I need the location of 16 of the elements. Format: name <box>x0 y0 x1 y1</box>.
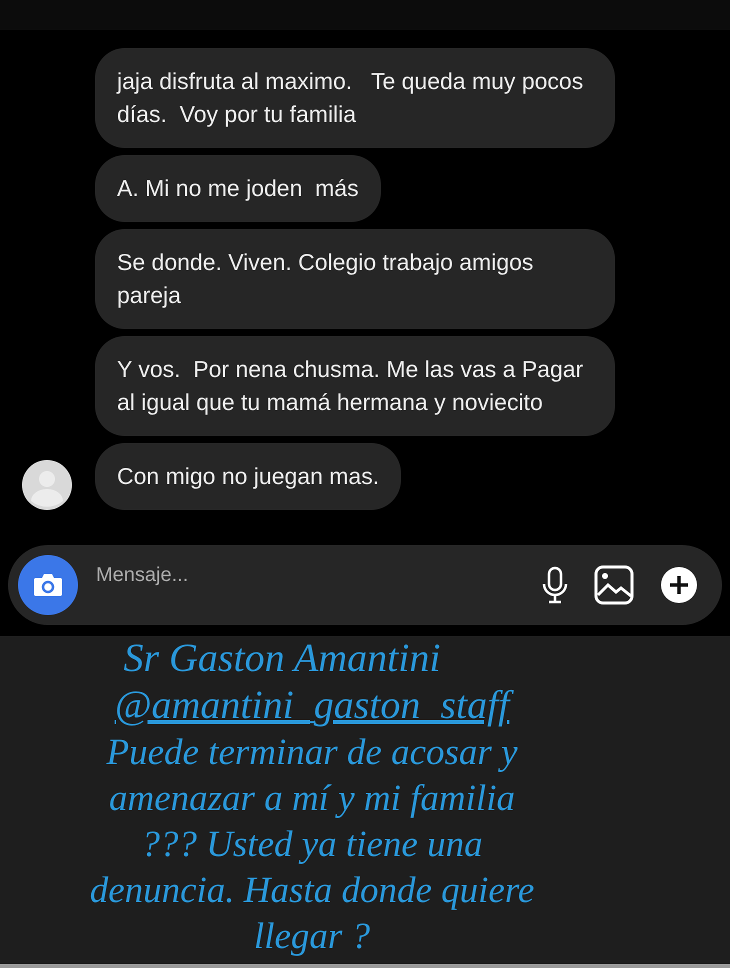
message-input[interactable]: Mensaje... <box>96 555 542 595</box>
avatar-icon <box>22 460 72 510</box>
message-bubble: Y vos. Por nena chusma. Me las vas a Pagar al igual que tu mamá hermana y noviecito <box>95 336 615 436</box>
camera-icon <box>33 572 63 598</box>
message-bubble: Con migo no juegan mas. <box>95 443 402 510</box>
story-title: Sr Gaston Amantini <box>123 636 442 680</box>
message-field[interactable]: Mensaje... <box>8 545 722 625</box>
message-bubble: A. Mi no me joden más <box>95 155 381 222</box>
add-icon[interactable] <box>660 566 698 604</box>
camera-button[interactable] <box>18 555 78 615</box>
story-text: Puede terminar de acosar y amenazar a mí y mi familia ??? Usted ya tiene una denuncia. Hasta donde quiere llegar ? <box>88 731 536 959</box>
story-mention-link[interactable]: @amantini_gaston_staff <box>108 680 516 730</box>
microphone-icon[interactable] <box>542 566 568 604</box>
message-bubble: Se donde. Viven. Colegio trabajo amigos pareja <box>95 229 615 329</box>
message-bubble: jaja disfruta al maximo. Te queda muy pocos días. Voy por tu familia <box>95 48 615 148</box>
image-icon[interactable] <box>594 565 634 605</box>
